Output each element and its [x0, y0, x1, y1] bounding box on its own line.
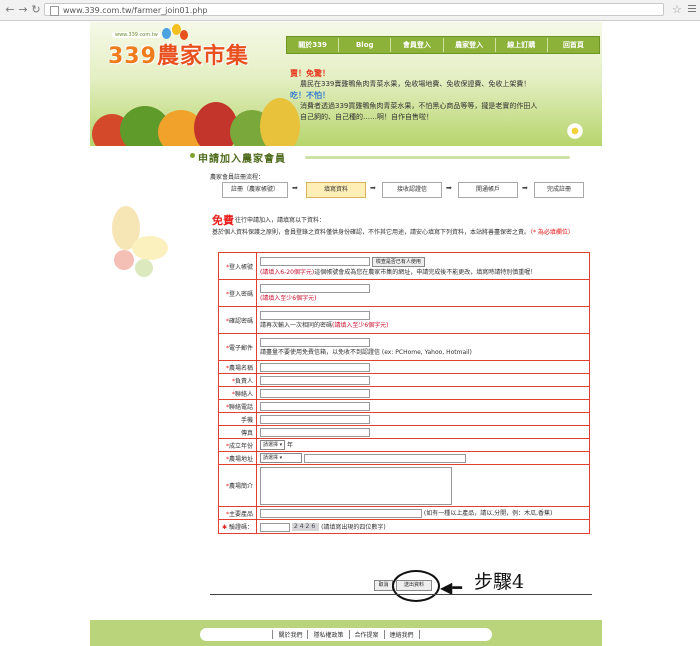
nav-order[interactable]: 線上訂購	[496, 38, 548, 52]
site-logo[interactable]: 339農家市集	[108, 38, 249, 70]
forward-arrow-icon[interactable]: →	[17, 4, 29, 16]
top-navigation: 關於339 Blog 會員登入 農家登入 線上訂購 回首頁	[286, 36, 600, 54]
captcha-label: 驗證碼：	[228, 524, 253, 531]
step-annotation: 步驟4	[474, 571, 525, 593]
intro-textarea[interactable]	[259, 466, 452, 505]
step-register: 註冊（農家帳號）	[222, 182, 288, 198]
mobile-label: 手機	[240, 416, 253, 424]
annotation-circle	[392, 570, 440, 602]
email-label: 電子郵件	[228, 344, 253, 352]
footer-links: 關於我們 隱私權政策 合作提案 連絡我們	[200, 628, 492, 641]
step-fill-info: 填寫資料	[306, 182, 366, 198]
fruit-decoration-image	[112, 206, 168, 277]
arrow-right-icon: ➡	[370, 184, 376, 192]
phone-input[interactable]	[259, 401, 370, 411]
back-arrow-icon[interactable]: ←	[4, 4, 16, 16]
reload-icon[interactable]: ↻	[30, 4, 42, 16]
nav-blog[interactable]: Blog	[339, 38, 392, 52]
intro-label: 農場簡介	[228, 483, 253, 490]
mobile-input[interactable]	[259, 414, 370, 424]
vegetable-image	[260, 98, 300, 146]
site-footer: 關於我們 隱私權政策 合作提案 連絡我們	[90, 620, 602, 646]
address-input[interactable]	[303, 453, 466, 463]
contact-input[interactable]	[259, 388, 370, 398]
contact-label: 聯絡人	[234, 390, 253, 398]
arrow-right-icon: ➡	[446, 184, 452, 192]
year-unit: 年	[287, 441, 294, 449]
flow-label: 農家會員註冊流程：	[210, 174, 265, 181]
form-divider	[210, 594, 592, 595]
free-instruction: 往行申請加入，請填寫以下資料：	[235, 217, 326, 224]
browser-toolbar: ← → ↻ www.339.com.tw/farmer_join01.php ☆	[0, 0, 700, 21]
captcha-hint: (請填寫出現的四位數字)	[321, 523, 386, 531]
password-label: 登入密碼	[228, 290, 253, 298]
title-underline	[305, 156, 570, 159]
account-hint: 這個帳號會成為您在農家市集的網址，申請完成後不能更改，填寫時請特別慎重喔！	[314, 268, 537, 276]
account-input[interactable]	[259, 257, 370, 266]
step-activate: 開通帳戶	[458, 182, 518, 198]
nav-home[interactable]: 回首頁	[548, 38, 599, 52]
balloon-icon	[180, 30, 188, 40]
footer-cooperation[interactable]: 合作提案	[348, 630, 384, 639]
owner-input[interactable]	[259, 375, 370, 385]
products-input[interactable]	[259, 509, 422, 518]
privacy-notice: 基於個人資料保護之原則，會員登錄之資料僅供身份確認，不作其它用途，請安心填寫下列…	[212, 229, 574, 236]
confirm-password-input[interactable]	[259, 311, 370, 320]
captcha-image: 2426	[291, 523, 320, 531]
page-icon	[50, 6, 59, 16]
captcha-input[interactable]	[259, 522, 290, 532]
products-label: 主要產品	[228, 510, 253, 518]
email-input[interactable]	[259, 338, 370, 347]
registration-steps: 註冊（農家帳號） ➡ 填寫資料 ➡ 接收認證信 ➡ 開通帳戶 ➡ 完成註冊	[222, 182, 584, 198]
daisy-icon	[566, 122, 584, 140]
fax-input[interactable]	[259, 427, 370, 437]
owner-label: 負責人	[234, 377, 253, 385]
cancel-button[interactable]: 取消	[374, 580, 393, 591]
password-input[interactable]	[259, 284, 370, 293]
arrow-right-icon: ➡	[292, 184, 298, 192]
url-text: www.339.com.tw/farmer_join01.php	[63, 6, 208, 15]
products-hint: (如有一種以上產品，請以,分開，例：木瓜,香蕉)	[423, 510, 553, 517]
page-title: 申請加入農家會員	[198, 154, 286, 165]
address-label: 農場地址	[228, 455, 253, 463]
year-label: 成立年份	[228, 442, 253, 450]
phone-label: 聯絡電話	[228, 403, 253, 411]
registration-form: *登入帳號 檢查是否已有人使用 (請填入6-20個字元)這個帳號會成為您在農家市…	[218, 252, 591, 534]
farm-name-input[interactable]	[259, 362, 370, 372]
balloon-icon	[162, 28, 171, 39]
promo-text: 賣！免驚！ 農民在339賣雞鴨魚肉青菜水果，免收場地費、免收保證費、免收上架費！…	[290, 69, 538, 121]
email-hint: 請盡量不要使用免費信箱，以免收不到認證信 (ex: PCHome, Yahoo,…	[259, 349, 472, 356]
address-select[interactable]: 請選擇 ▾	[259, 453, 302, 463]
menu-icon[interactable]	[688, 5, 696, 14]
nav-member-login[interactable]: 會員登入	[391, 38, 444, 52]
confirm-password-label: 確認密碼	[228, 317, 253, 325]
nav-about[interactable]: 關於339	[287, 38, 340, 52]
account-label: 登入帳號	[228, 263, 253, 271]
year-select[interactable]: 請選擇 ▾	[259, 440, 286, 451]
nav-farmer-login[interactable]: 農家登入	[444, 38, 496, 52]
password-hint: (請填入至少6個字元)	[259, 295, 317, 302]
check-account-button[interactable]: 檢查是否已有人使用	[371, 256, 425, 267]
footer-contact[interactable]: 連絡我們	[383, 630, 420, 639]
address-bar[interactable]: www.339.com.tw/farmer_join01.php	[44, 3, 664, 16]
step-receive-mail: 接收認證信	[382, 182, 442, 198]
arrow-right-icon: ➡	[522, 184, 528, 192]
site-banner: www.339.com.tw 339農家市集 關於339 Blog 會員登入 農…	[90, 22, 602, 146]
step-complete: 完成註冊	[534, 182, 584, 198]
bookmark-star-icon[interactable]: ☆	[672, 3, 682, 16]
fax-label: 傳真	[240, 429, 253, 437]
title-bullet-icon	[190, 153, 195, 158]
farm-name-label: 農場名稱	[228, 364, 253, 372]
footer-about[interactable]: 關於我們	[272, 630, 307, 639]
free-label: 免費	[212, 214, 234, 227]
footer-privacy[interactable]: 隱私權政策	[307, 630, 348, 639]
